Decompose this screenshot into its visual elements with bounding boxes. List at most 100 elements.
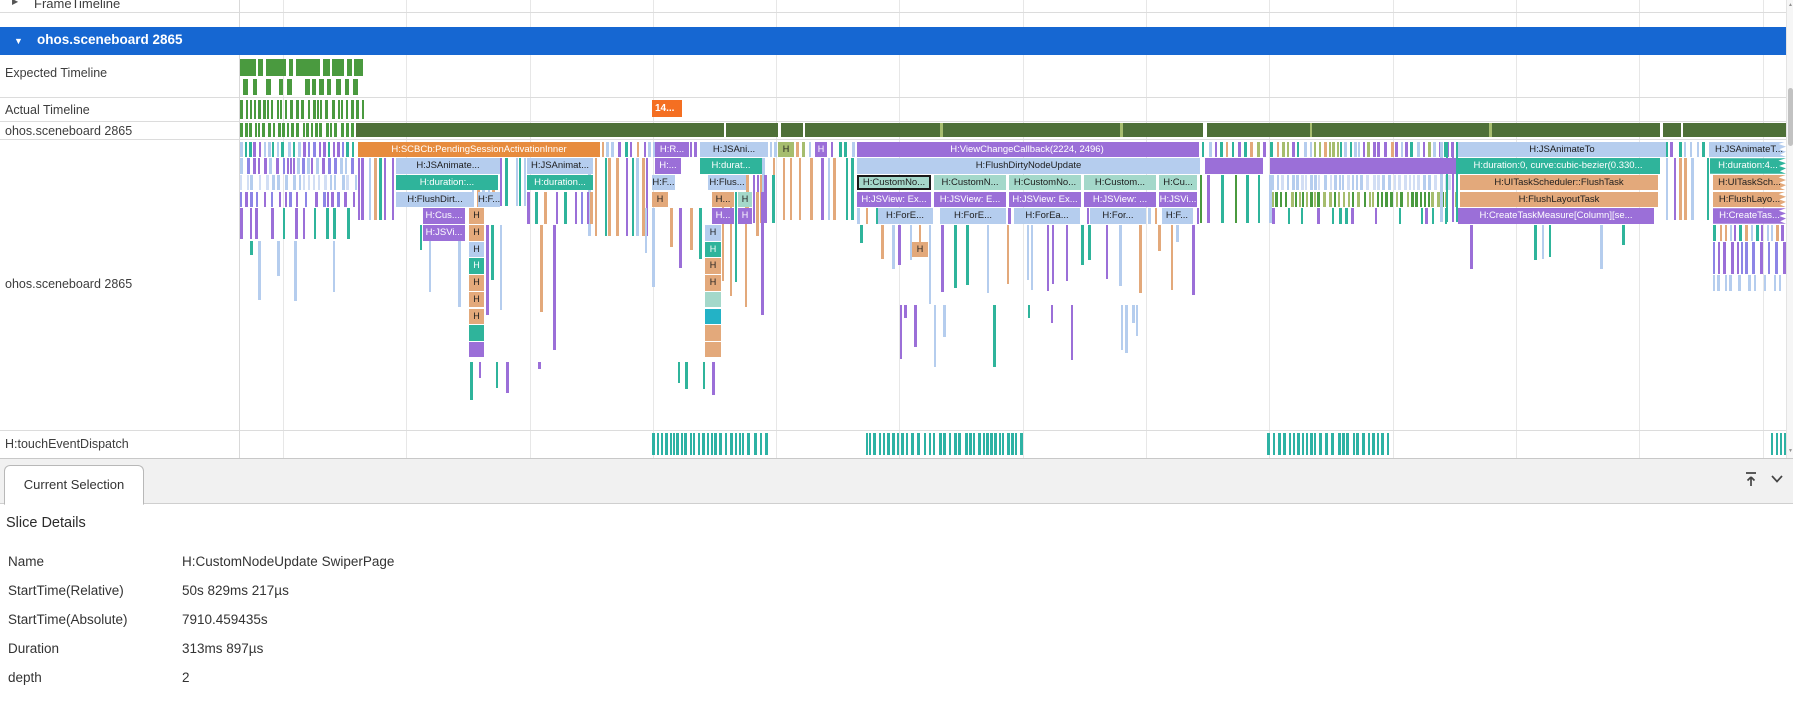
trace-stripe[interactable]: [575, 192, 577, 224]
trace-stripe[interactable]: [1423, 142, 1425, 158]
trace-stripe[interactable]: [1002, 433, 1004, 455]
trace-stripe[interactable]: [1373, 175, 1376, 191]
trace-stripe[interactable]: [1263, 142, 1266, 158]
trace-stripe[interactable]: [611, 142, 614, 158]
trace-stripe[interactable]: [581, 192, 583, 224]
trace-stripe[interactable]: [295, 208, 298, 239]
flame-slice[interactable]: H:Cu...: [1159, 175, 1197, 191]
flame-slice[interactable]: H:JSView: Ex...: [1009, 192, 1081, 208]
trace-stripe[interactable]: [282, 123, 285, 137]
trace-stripe[interactable]: [1405, 142, 1408, 158]
expected-frame-block[interactable]: [347, 59, 352, 76]
trace-stripe[interactable]: [652, 433, 655, 455]
trace-stripe[interactable]: [881, 225, 884, 259]
trace-stripe[interactable]: [342, 175, 345, 191]
trace-stripe[interactable]: [711, 433, 713, 455]
trace-stripe[interactable]: [1087, 208, 1089, 224]
trace-stripe[interactable]: [285, 192, 287, 208]
flame-slice[interactable]: H:CustomNo...: [857, 175, 931, 191]
trace-stripe[interactable]: [1771, 433, 1773, 455]
trace-stripe[interactable]: [1342, 433, 1345, 455]
trace-stripe[interactable]: [1745, 242, 1748, 274]
collapse-arrow-icon[interactable]: ▶: [12, 0, 18, 6]
trace-stripe[interactable]: [986, 433, 989, 455]
trace-stripe[interactable]: [1404, 175, 1407, 191]
trace-stripe[interactable]: [524, 158, 526, 206]
trace-stripe[interactable]: [1283, 433, 1286, 455]
expected-frame-block[interactable]: [319, 79, 324, 95]
trace-stripe[interactable]: [1417, 175, 1420, 191]
trace-stripe[interactable]: [678, 362, 680, 383]
trace-stripe[interactable]: [333, 208, 336, 239]
trace-stripe[interactable]: [1352, 192, 1354, 208]
trace-stripe[interactable]: [1297, 142, 1299, 158]
expected-frame-block[interactable]: [305, 79, 310, 95]
trace-stripe[interactable]: [1027, 225, 1029, 280]
trace-stripe[interactable]: [1377, 192, 1379, 208]
expand-arrow-icon[interactable]: ▼: [14, 36, 23, 46]
trace-stripe[interactable]: [1534, 225, 1537, 260]
trace-stripe[interactable]: [735, 192, 737, 283]
trace-stripe[interactable]: [954, 433, 957, 455]
chevron-down-icon[interactable]: [1767, 469, 1787, 489]
trace-stripe[interactable]: [245, 142, 247, 158]
flame-slice[interactable]: H...: [712, 192, 734, 208]
trace-stripe[interactable]: [281, 142, 284, 158]
trace-stripe[interactable]: [1343, 192, 1345, 208]
trace-stripe[interactable]: [1679, 158, 1682, 220]
trace-stripe[interactable]: [1267, 433, 1270, 455]
trace-stripe[interactable]: [1299, 192, 1301, 208]
trace-stripe[interactable]: [369, 158, 371, 220]
trace-stripe[interactable]: [1356, 175, 1358, 191]
trace-stripe[interactable]: [527, 192, 530, 224]
trace-stripe[interactable]: [742, 433, 744, 455]
trace-stripe[interactable]: [636, 158, 639, 236]
flame-slice[interactable]: H:SCBCb:PendingSessionActivationInner: [358, 142, 600, 158]
trace-stripe[interactable]: [851, 158, 854, 220]
trace-stripe[interactable]: [725, 433, 727, 455]
trace-stripe[interactable]: [1296, 175, 1299, 191]
trace-stripe[interactable]: [1399, 208, 1401, 224]
trace-stripe[interactable]: [326, 208, 329, 239]
flame-slice[interactable]: [705, 342, 721, 358]
trace-stripe[interactable]: [1764, 275, 1766, 291]
expected-frame-block[interactable]: [354, 59, 363, 76]
trace-stripe[interactable]: [1293, 433, 1295, 455]
trace-stripe[interactable]: [289, 192, 292, 208]
trace-stripe[interactable]: [337, 192, 340, 208]
trace-stripe[interactable]: [255, 123, 257, 137]
trace-stripe[interactable]: [1432, 208, 1434, 224]
trace-stripe[interactable]: [1337, 142, 1339, 158]
trace-stripe[interactable]: [1272, 208, 1275, 224]
trace-stripe[interactable]: [690, 142, 692, 158]
trace-stripe[interactable]: [1448, 175, 1451, 191]
trace-stripe[interactable]: [644, 142, 646, 158]
trace-stripe[interactable]: [1707, 158, 1709, 220]
trace-stripe[interactable]: [739, 433, 741, 455]
flame-slice[interactable]: H:F...: [1162, 208, 1192, 224]
trace-stripe[interactable]: [1332, 142, 1335, 158]
trace-stripe[interactable]: [1411, 192, 1414, 208]
trace-stripe[interactable]: [240, 208, 243, 239]
expected-frame-block[interactable]: [266, 79, 271, 95]
trace-stripe[interactable]: [1395, 142, 1398, 158]
track-frame-timeline[interactable]: ▶ FrameTimeline: [0, 0, 240, 12]
trace-stripe[interactable]: [1257, 142, 1260, 158]
trace-stripe[interactable]: [246, 100, 248, 119]
trace-stripe[interactable]: [1148, 208, 1151, 224]
trace-stripe[interactable]: [1106, 225, 1108, 279]
trace-stripe[interactable]: [303, 175, 305, 191]
trace-stripe[interactable]: [1717, 275, 1720, 291]
trace-stripe[interactable]: [313, 142, 316, 158]
trace-stripe[interactable]: [331, 192, 334, 208]
trace-stripe[interactable]: [544, 192, 547, 224]
trace-stripe[interactable]: [1358, 142, 1360, 158]
trace-stripe[interactable]: [305, 192, 307, 208]
trace-stripe[interactable]: [810, 158, 813, 220]
trace-stripe[interactable]: [1221, 175, 1224, 223]
trace-stripe[interactable]: [1390, 192, 1393, 208]
expected-frame-block[interactable]: [312, 79, 316, 95]
trace-stripe[interactable]: [1295, 192, 1297, 208]
trace-stripe[interactable]: [392, 158, 394, 220]
trace-stripe[interactable]: [320, 100, 322, 119]
